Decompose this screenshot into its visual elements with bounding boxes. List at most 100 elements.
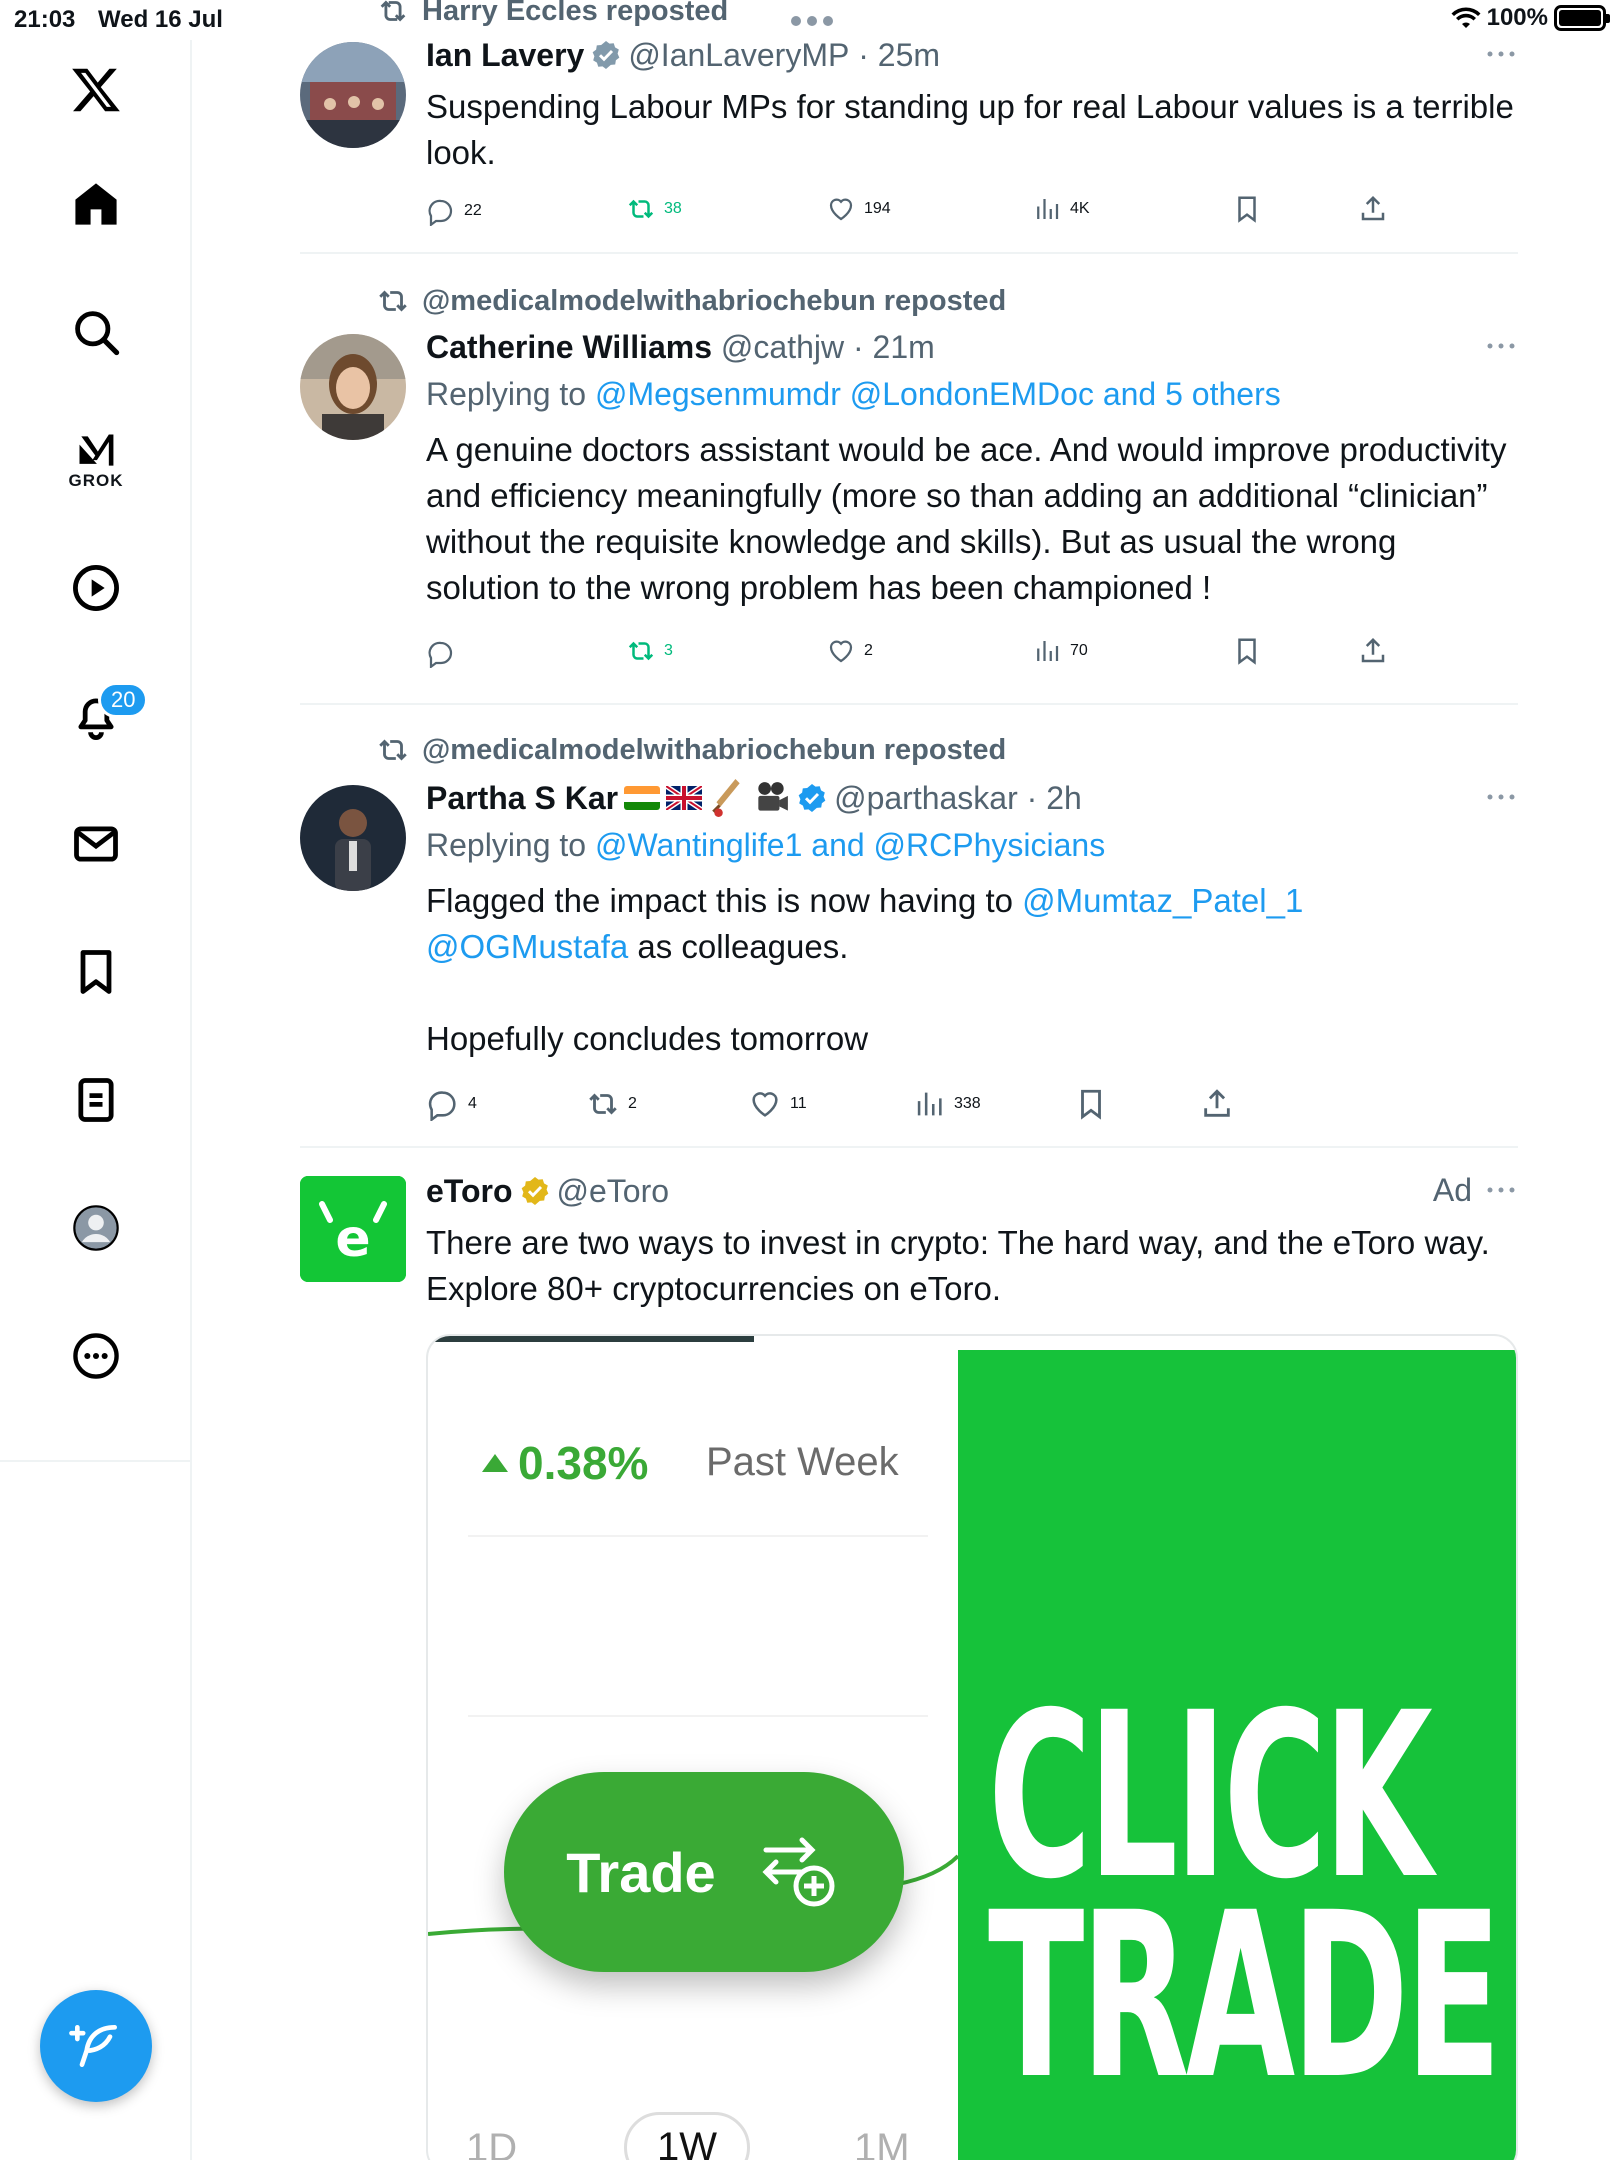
up-triangle-icon <box>482 1454 508 1472</box>
bookmark-icon <box>1081 1089 1101 1120</box>
tweet[interactable]: Harry Eccles reposted Ian Lavery @IanLav… <box>300 0 1518 250</box>
more-options-icon[interactable] <box>1484 44 1518 64</box>
like-button[interactable]: 11 <box>748 1087 807 1121</box>
verified-blue-icon <box>798 784 826 812</box>
notifications-icon[interactable]: 20 <box>46 666 149 766</box>
like-button[interactable]: 2 <box>826 636 873 666</box>
author-handle[interactable]: @parthaskar <box>834 780 1018 817</box>
status-date: Wed 16 Jul <box>98 6 223 33</box>
battery-icon <box>1554 5 1610 31</box>
etoro-logo-icon: e <box>300 1176 406 1282</box>
repost-button[interactable]: 38 <box>626 194 682 224</box>
status-time: 21:03 <box>14 6 76 33</box>
promo-headline-line2: TRADE <box>988 1863 1502 2129</box>
reply-count: 22 <box>464 202 482 219</box>
replying-to: Replying to @Megsenmumdr @LondonEMDoc an… <box>426 376 1518 413</box>
lists-icon[interactable] <box>46 1050 146 1150</box>
author-handle[interactable]: @eToro <box>557 1173 670 1210</box>
x-logo-icon[interactable] <box>46 40 146 140</box>
uk-flag-icon <box>666 786 703 810</box>
author-name[interactable]: Catherine Williams <box>426 329 712 366</box>
notifications-badge: 20 <box>98 682 149 718</box>
share-icon <box>1361 195 1385 221</box>
share-button[interactable] <box>1358 194 1388 224</box>
avatar[interactable] <box>300 334 406 440</box>
verified-grey-icon <box>592 41 620 69</box>
period-1w: 1W <box>624 2112 750 2160</box>
tweet-time[interactable]: 2h <box>1046 780 1082 817</box>
reply-targets-link[interactable]: @Wantinglife1 and @RCPhysicians <box>595 827 1105 863</box>
etoro-avatar[interactable]: e <box>300 1176 406 1282</box>
repost-context-text: Harry Eccles reposted <box>422 0 729 27</box>
cricket-icon <box>712 779 740 817</box>
share-button[interactable] <box>1358 636 1388 666</box>
tweet-time[interactable]: 21m <box>873 329 935 366</box>
period-1d: 1D <box>466 2126 518 2160</box>
views-button[interactable]: 4K <box>1032 194 1090 224</box>
repost-icon <box>628 641 654 661</box>
reply-button[interactable]: 4 <box>426 1087 477 1121</box>
tweet-text: Suspending Labour MPs for standing up fo… <box>426 88 1523 171</box>
bookmark-button[interactable] <box>1232 194 1262 224</box>
top-dots-icon <box>790 14 834 32</box>
share-button[interactable] <box>1200 1087 1234 1121</box>
like-button[interactable]: 194 <box>826 194 891 224</box>
home-icon[interactable] <box>46 154 146 254</box>
tweet-time[interactable]: 25m <box>878 37 940 74</box>
mention-link[interactable]: @OGMustafa <box>426 928 628 965</box>
bookmark-button[interactable] <box>1232 636 1262 666</box>
repost-icon <box>380 0 406 22</box>
reply-targets-link[interactable]: @Megsenmumdr @LondonEMDoc and 5 others <box>595 376 1281 412</box>
avatar[interactable] <box>300 42 406 148</box>
tweet-body: eToro @eToro Ad There are two ways to in… <box>426 1170 1518 1312</box>
reply-icon <box>428 199 453 226</box>
sidebar: GROK 20 <box>0 40 192 2160</box>
heart-icon <box>752 1092 778 1117</box>
view-count: 70 <box>1070 642 1088 659</box>
repost-count: 2 <box>628 1095 637 1112</box>
author-name[interactable]: eToro <box>426 1173 513 1210</box>
trade-button-label: Trade <box>566 1840 716 1904</box>
promo-headline: CLICK TRADE <box>988 1682 1502 2129</box>
views-button[interactable]: 338 <box>912 1087 981 1121</box>
repost-context-text: @medicalmodelwithabriochebun reposted <box>422 284 1007 317</box>
ad-media[interactable]: 0.38% Past Week Trade 1D 1W 1M CLICK TRA… <box>426 1334 1518 2160</box>
reply-button[interactable] <box>426 638 464 668</box>
grok-icon[interactable]: GROK <box>46 410 146 510</box>
more-options-icon[interactable] <box>1484 1180 1518 1200</box>
author-name[interactable]: Partha S Kar <box>426 780 618 817</box>
tweet[interactable]: @medicalmodelwithabriochebun reposted Ca… <box>300 254 1518 702</box>
more-options-icon[interactable] <box>1484 336 1518 356</box>
tweet-header: eToro @eToro <box>426 1170 1518 1212</box>
replying-to-label: Replying to <box>426 376 587 412</box>
tweet-header: Ian Lavery @IanLaveryMP · 25m <box>426 36 941 74</box>
avatar[interactable] <box>300 785 406 891</box>
more-icon[interactable] <box>46 1306 146 1406</box>
tweet-body: Partha S Kar @parthaskar · 2h Replying t… <box>426 777 1518 1062</box>
share-icon <box>1361 637 1385 663</box>
sidebar-divider <box>0 1460 192 1462</box>
bookmark-button[interactable] <box>1074 1087 1108 1121</box>
compose-button[interactable] <box>40 1990 152 2102</box>
svg-text:e: e <box>335 1209 370 1269</box>
bookmark-icon <box>1238 638 1256 665</box>
repost-icon <box>379 739 407 761</box>
author-handle[interactable]: @IanLaveryMP <box>628 37 849 74</box>
reply-count: 4 <box>468 1095 477 1112</box>
reply-button[interactable]: 22 <box>426 196 482 226</box>
tweet-text-part: Flagged the impact this is now having to <box>426 882 1023 919</box>
more-options-icon[interactable] <box>1484 787 1518 807</box>
views-button[interactable]: 70 <box>1032 636 1088 666</box>
author-name[interactable]: Ian Lavery <box>426 37 584 74</box>
video-icon[interactable] <box>46 538 146 638</box>
repost-button[interactable]: 3 <box>626 636 673 666</box>
tweet[interactable]: @medicalmodelwithabriochebun reposted Pa… <box>300 705 1518 1145</box>
author-handle[interactable]: @cathjw <box>721 329 844 366</box>
profile-icon[interactable] <box>46 1178 146 1278</box>
india-flag-icon <box>624 786 661 810</box>
search-icon[interactable] <box>46 282 146 382</box>
repost-button[interactable]: 2 <box>586 1087 637 1121</box>
mention-link[interactable]: @Mumtaz_Patel_1 <box>1022 882 1303 919</box>
messages-icon[interactable] <box>46 794 146 894</box>
bookmarks-icon[interactable] <box>46 922 146 1022</box>
